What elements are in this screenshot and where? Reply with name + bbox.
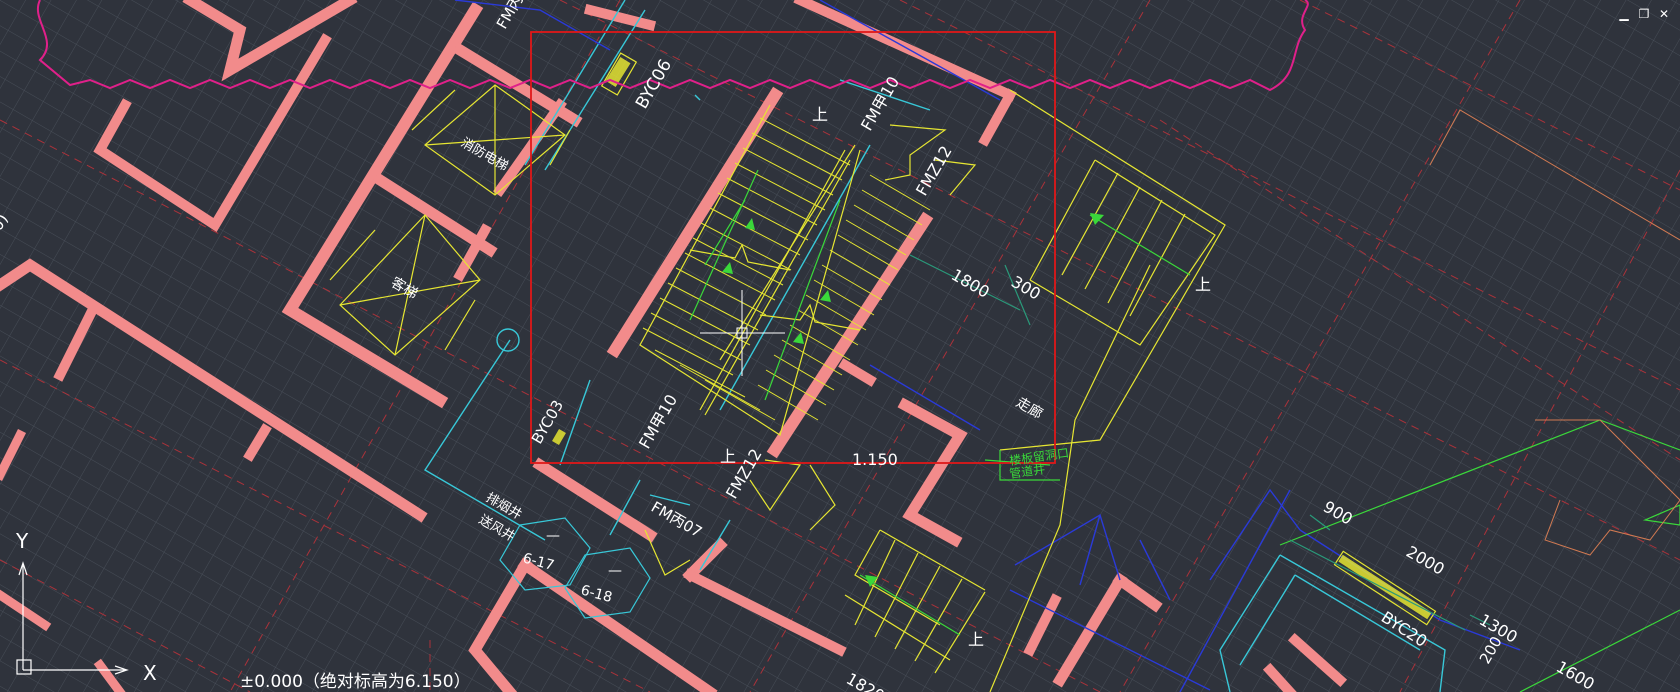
up-label-2: 上 <box>720 447 736 466</box>
ucs-y-label: Y <box>15 529 29 553</box>
elevation-label: ±0.000（绝对标高为6.150） <box>240 672 471 692</box>
close-button[interactable]: ✕ <box>1656 6 1672 22</box>
detail-top-1: — <box>546 528 560 544</box>
minimize-button[interactable]: ▁ <box>1616 6 1632 22</box>
up-label-1: 上 <box>812 105 828 124</box>
detail-top-2: — <box>608 563 622 579</box>
dim-1150-label: 1.150 <box>852 450 898 469</box>
cad-viewport[interactable]: Y X FM丙 消防电梯 客梯 BYC06 BYC03 BYC20 FM甲10 … <box>0 0 1680 692</box>
ucs-x-label: X <box>143 661 157 685</box>
up-label-4: 上 <box>968 630 984 649</box>
drawing-canvas[interactable]: Y X FM丙 消防电梯 客梯 BYC06 BYC03 BYC20 FM甲10 … <box>0 0 1680 692</box>
restore-button[interactable]: ❐ <box>1636 6 1652 22</box>
up-label-3: 上 <box>1195 275 1211 294</box>
